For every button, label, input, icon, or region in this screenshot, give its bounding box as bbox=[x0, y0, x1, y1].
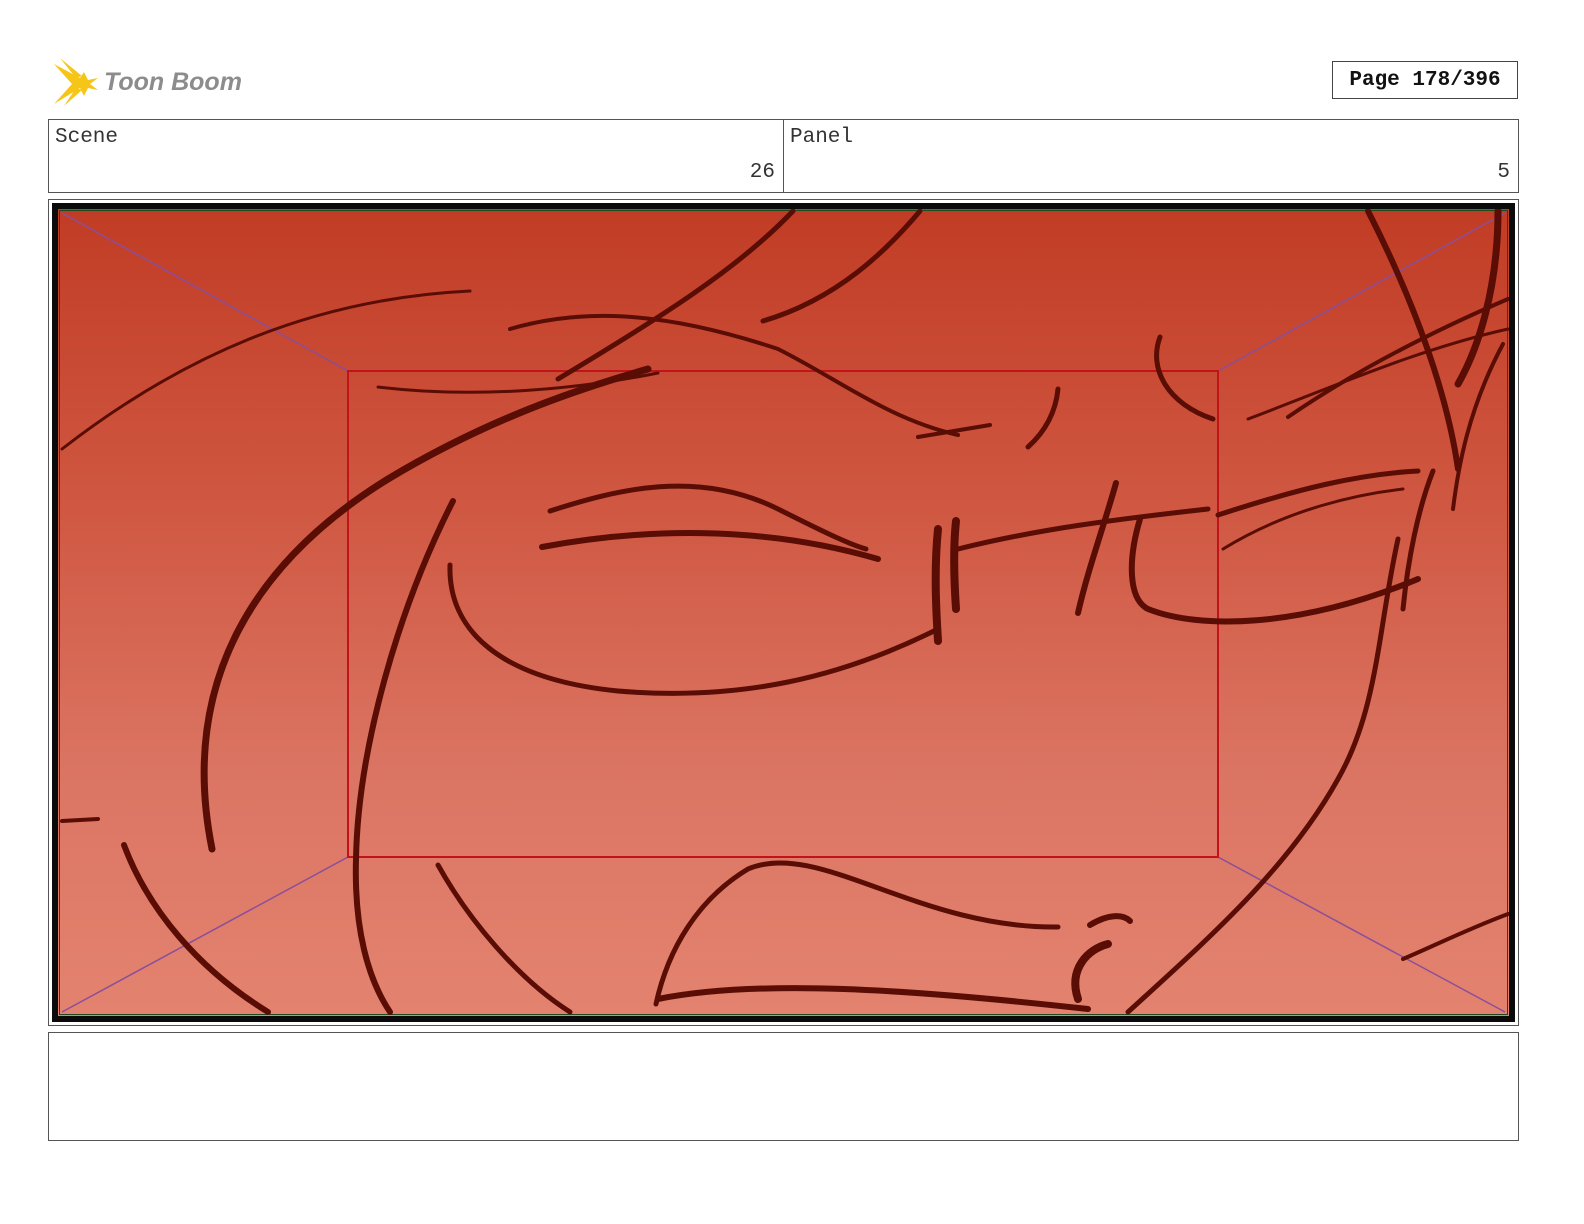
panel-image bbox=[52, 203, 1515, 1022]
sketch-artwork bbox=[60, 209, 1509, 1015]
panel-label: Panel bbox=[790, 126, 854, 149]
scene-panel-header: Scene 26 Panel 5 bbox=[48, 119, 1519, 193]
toon-boom-logo: Toon Boom bbox=[50, 54, 250, 110]
scene-label: Scene bbox=[55, 126, 119, 149]
panel-cell: Panel 5 bbox=[783, 120, 1518, 192]
logo-wordmark: Toon Boom bbox=[104, 68, 242, 96]
action-notes-box bbox=[48, 1032, 1519, 1141]
scene-number: 26 bbox=[749, 161, 775, 184]
page-number-box: Page 178/396 bbox=[1332, 61, 1518, 99]
camera-frame bbox=[347, 370, 1219, 858]
panel-frame bbox=[48, 199, 1519, 1026]
panel-number: 5 bbox=[1497, 161, 1510, 184]
page-number: Page 178/396 bbox=[1349, 68, 1501, 92]
starburst-icon bbox=[54, 58, 98, 106]
field-guide-lines bbox=[61, 212, 1506, 1013]
scene-cell: Scene 26 bbox=[49, 120, 783, 192]
